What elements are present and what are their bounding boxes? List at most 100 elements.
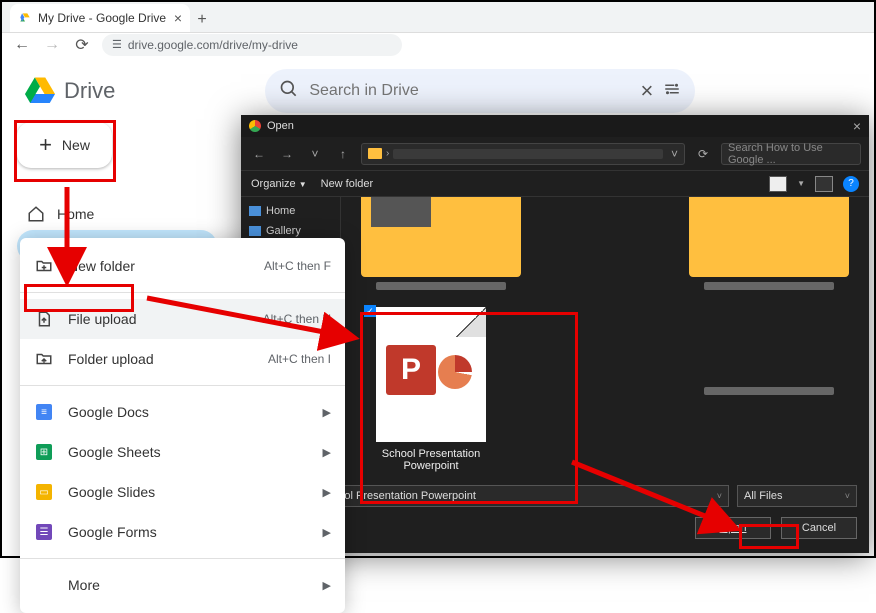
dialog-side-home[interactable]: Home	[245, 201, 336, 221]
powerpoint-icon: P	[386, 345, 436, 395]
clear-search-icon[interactable]: ×	[640, 78, 653, 104]
dialog-search-input[interactable]: Search How to Use Google ...	[721, 143, 861, 165]
preview-button[interactable]	[815, 176, 833, 192]
nav-back-icon[interactable]: ←	[249, 147, 269, 161]
file-label-redacted	[704, 387, 834, 395]
file-thumbnail: P	[376, 307, 486, 442]
pie-chart-icon	[438, 355, 472, 389]
nav-up-icon[interactable]: ˅	[305, 147, 325, 161]
forms-icon: ☰	[34, 524, 54, 540]
menu-google-docs[interactable]: ≡ Google Docs ▶	[20, 392, 345, 432]
selection-check-icon: ✓	[364, 305, 376, 317]
file-label-redacted	[704, 282, 834, 290]
search-options-icon[interactable]	[663, 80, 681, 103]
menu-shortcut: Alt+C then F	[264, 259, 331, 273]
menu-label: Google Sheets	[68, 444, 309, 460]
menu-label: More	[68, 577, 309, 593]
drive-favicon-icon	[18, 11, 32, 25]
dialog-nav: ← → ˅ ↑ › ˅ ⟳ Search How to Use Google .…	[241, 137, 869, 171]
url-text: drive.google.com/drive/my-drive	[128, 38, 298, 52]
menu-google-sheets[interactable]: ⊞ Google Sheets ▶	[20, 432, 345, 472]
menu-shortcut: Alt+C then I	[268, 352, 331, 366]
new-folder-icon	[34, 257, 54, 275]
file-upload-icon	[34, 310, 54, 328]
path-dropdown-icon[interactable]: ˅	[671, 147, 678, 161]
menu-divider	[20, 558, 345, 559]
file-label: School Presentation Powerpoint	[366, 448, 496, 472]
menu-label: Google Docs	[68, 404, 309, 420]
menu-label: Folder upload	[68, 351, 254, 367]
view-mode-button[interactable]	[769, 176, 787, 192]
file-item-selected[interactable]: ✓ P School Presentation Powerpoint	[366, 307, 496, 472]
cancel-button[interactable]: Cancel	[781, 517, 857, 539]
slides-icon: ▭	[34, 484, 54, 500]
sidebar-item-home[interactable]: Home	[17, 198, 217, 230]
submenu-arrow-icon: ▶	[323, 446, 331, 459]
search-input[interactable]	[309, 82, 630, 100]
drive-header: Drive ×	[2, 66, 874, 116]
path-redacted	[393, 149, 663, 159]
tab-strip: My Drive - Google Drive × +	[2, 2, 874, 32]
file-thumb[interactable]	[361, 197, 521, 277]
menu-divider	[20, 385, 345, 386]
nav-forward-icon[interactable]: →	[277, 147, 297, 161]
file-name-input[interactable]: School Presentation Powerpoint ˅	[312, 485, 729, 507]
menu-google-forms[interactable]: ☰ Google Forms ▶	[20, 512, 345, 552]
file-type-select[interactable]: All Files ˅	[737, 485, 857, 507]
tab-close-icon[interactable]: ×	[174, 10, 182, 26]
docs-icon: ≡	[34, 404, 54, 420]
search-placeholder: Search How to Use Google ...	[728, 142, 854, 166]
sidebar-item-label: Home	[57, 206, 94, 222]
dialog-close-icon[interactable]: ×	[853, 118, 861, 134]
file-label-redacted	[376, 282, 506, 290]
home-icon	[27, 205, 45, 223]
forward-icon[interactable]: →	[42, 36, 62, 54]
address-bar: ← → ⟳ ☰ drive.google.com/drive/my-drive	[2, 32, 874, 56]
menu-label: New folder	[68, 258, 250, 274]
file-thumb[interactable]	[689, 197, 849, 277]
menu-new-folder[interactable]: New folder Alt+C then F	[20, 246, 345, 286]
toolbar-new-folder[interactable]: New folder	[321, 178, 374, 190]
plus-icon: +	[39, 132, 52, 158]
dialog-file-grid[interactable]: ✓ P School Presentation Powerpoint	[341, 197, 869, 479]
search-bar[interactable]: ×	[265, 69, 695, 113]
dialog-titlebar: Open ×	[241, 115, 869, 137]
drive-logo[interactable]: Drive	[22, 73, 115, 109]
menu-google-slides[interactable]: ▭ Google Slides ▶	[20, 472, 345, 512]
menu-label: Google Slides	[68, 484, 309, 500]
folder-upload-icon	[34, 350, 54, 368]
nav-up-icon[interactable]: ↑	[333, 147, 353, 161]
menu-label: File upload	[68, 311, 249, 327]
home-icon	[249, 206, 261, 216]
menu-folder-upload[interactable]: Folder upload Alt+C then I	[20, 339, 345, 379]
submenu-arrow-icon: ▶	[323, 406, 331, 419]
menu-file-upload[interactable]: File upload Alt+C then U	[20, 299, 345, 339]
open-button[interactable]: Open	[695, 517, 771, 539]
organize-button[interactable]: Organize ▼	[251, 178, 307, 190]
new-menu: New folder Alt+C then F File upload Alt+…	[20, 238, 345, 613]
url-field[interactable]: ☰ drive.google.com/drive/my-drive	[102, 34, 402, 56]
drive-app-name: Drive	[64, 78, 115, 104]
dialog-toolbar: Organize ▼ New folder ▼ ?	[241, 171, 869, 197]
menu-shortcut: Alt+C then U	[263, 312, 331, 326]
submenu-arrow-icon: ▶	[323, 526, 331, 539]
tab-title: My Drive - Google Drive	[38, 11, 168, 25]
folder-icon	[368, 148, 382, 159]
dialog-title: Open	[267, 120, 294, 132]
help-icon[interactable]: ?	[843, 176, 859, 192]
reload-icon[interactable]: ⟳	[72, 35, 92, 55]
site-settings-icon[interactable]: ☰	[112, 38, 122, 51]
path-field[interactable]: › ˅	[361, 143, 685, 165]
drive-logo-icon	[22, 73, 58, 109]
new-button-label: New	[62, 137, 90, 153]
refresh-icon[interactable]: ⟳	[693, 147, 713, 161]
new-button[interactable]: + New	[17, 122, 112, 168]
new-tab-button[interactable]: +	[190, 8, 214, 32]
gallery-icon	[249, 226, 261, 236]
menu-label: Google Forms	[68, 524, 309, 540]
sheets-icon: ⊞	[34, 444, 54, 460]
menu-more[interactable]: More ▶	[20, 565, 345, 605]
back-icon[interactable]: ←	[12, 36, 32, 54]
browser-tab[interactable]: My Drive - Google Drive ×	[10, 4, 190, 32]
menu-divider	[20, 292, 345, 293]
